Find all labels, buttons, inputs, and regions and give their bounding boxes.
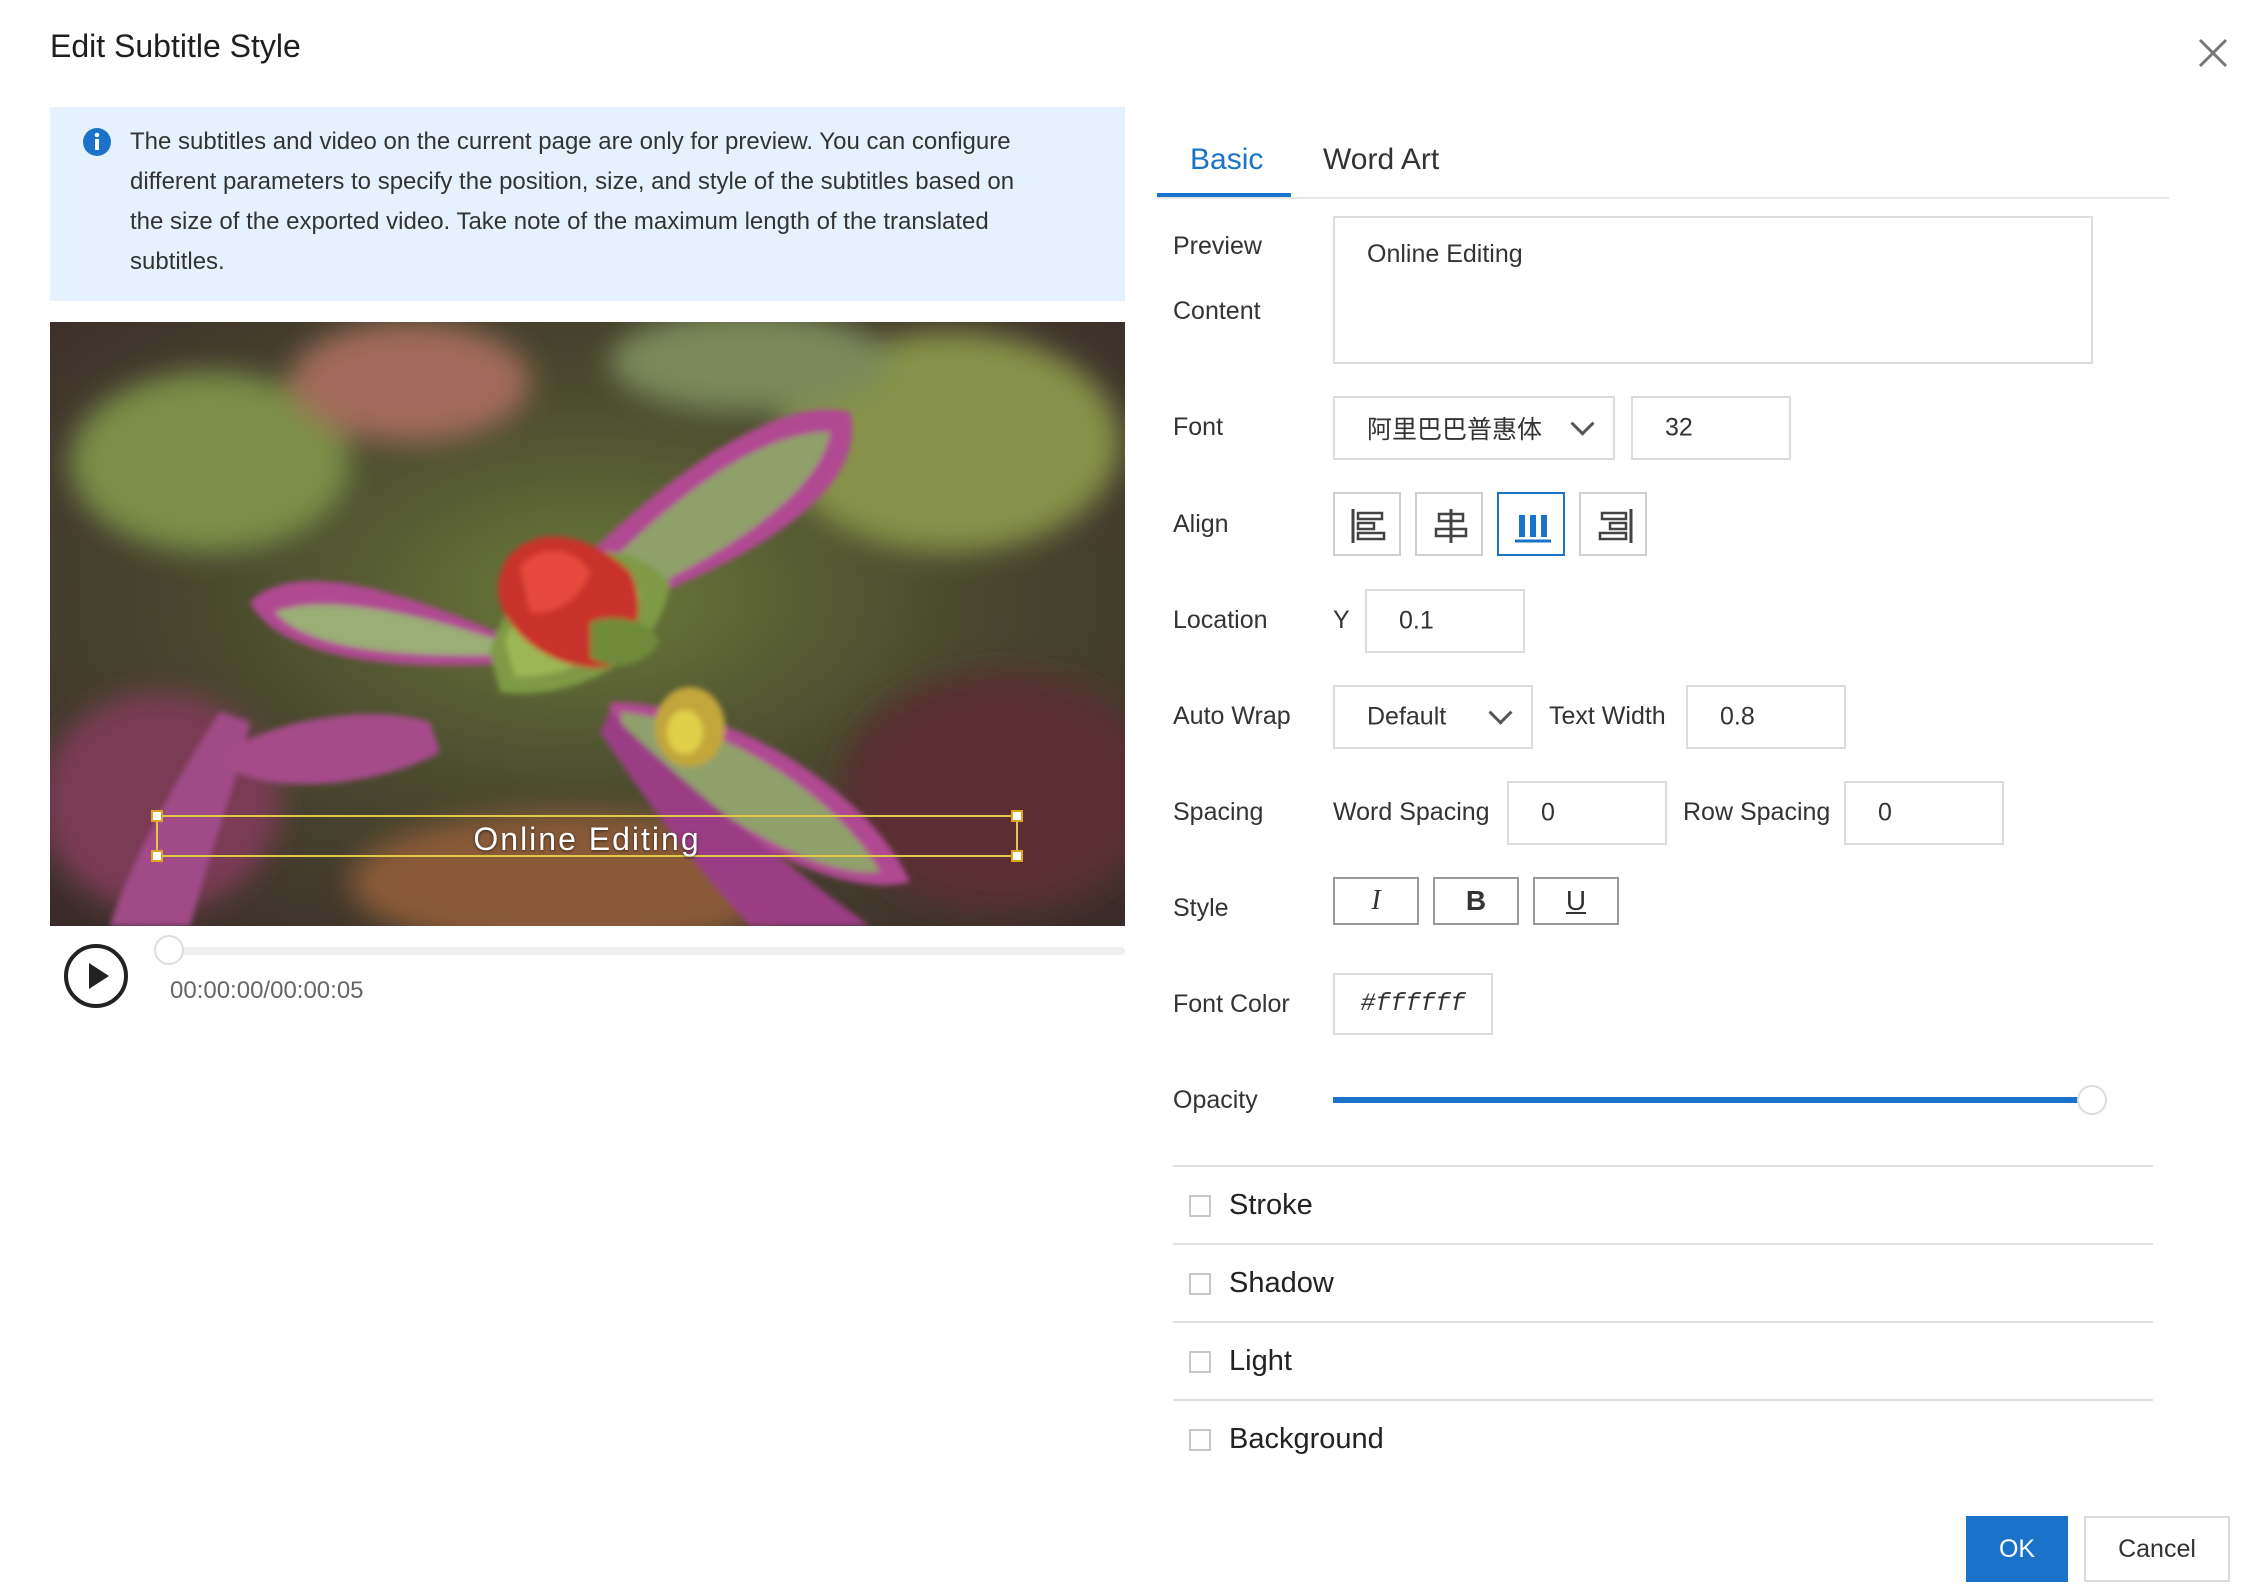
align-label: Align [1173, 510, 1229, 538]
ok-button[interactable]: OK [1966, 1516, 2068, 1582]
spacing-label: Spacing [1173, 798, 1264, 826]
auto-wrap-select[interactable]: Default [1333, 685, 1533, 749]
align-justify-icon [1515, 515, 1551, 543]
location-label: Location [1173, 606, 1268, 634]
font-color-input[interactable]: #ffffff [1333, 973, 1493, 1035]
cancel-button[interactable]: Cancel [2084, 1516, 2230, 1582]
info-text: The subtitles and video on the current p… [130, 128, 1015, 275]
active-tab-indicator [1157, 193, 1291, 197]
word-spacing-value: 0 [1541, 798, 1555, 827]
auto-wrap-value: Default [1367, 702, 1447, 731]
align-center-button[interactable] [1415, 492, 1483, 556]
shadow-label: Shadow [1229, 1267, 1334, 1299]
tab-word-art[interactable]: Word Art [1323, 143, 1439, 177]
text-width-value: 0.8 [1720, 702, 1755, 731]
light-checkbox[interactable] [1189, 1351, 1211, 1373]
font-size-value: 32 [1665, 413, 1693, 442]
chevron-down-icon [1570, 411, 1595, 436]
dialog-title: Edit Subtitle Style [50, 28, 301, 64]
play-icon[interactable] [63, 943, 129, 1009]
font-label: Font [1173, 413, 1224, 441]
opacity-slider-track[interactable] [1333, 1097, 2093, 1103]
preview-content-value: Online Editing [1367, 240, 1523, 268]
font-color-label: Font Color [1173, 990, 1290, 1018]
text-width-label: Text Width [1549, 702, 1666, 730]
align-justify-button[interactable] [1497, 492, 1565, 556]
align-right-button[interactable] [1579, 492, 1647, 556]
align-left-icon [1351, 509, 1386, 543]
font-size-input[interactable]: 32 [1631, 396, 1791, 460]
opacity-slider-knob[interactable] [2077, 1085, 2107, 1115]
background-checkbox[interactable] [1189, 1429, 1211, 1451]
video-preview[interactable]: Online Editing [50, 322, 1125, 926]
video-timecode: 00:00:00/00:00:05 [170, 977, 364, 1004]
close-icon[interactable] [2196, 36, 2230, 70]
italic-button[interactable]: I [1333, 877, 1419, 925]
align-left-button[interactable] [1333, 492, 1401, 556]
info-icon [82, 127, 112, 157]
subtitle-preview-text: Online Editing [473, 821, 701, 857]
text-width-input[interactable]: 0.8 [1686, 685, 1846, 749]
stroke-checkbox[interactable] [1189, 1195, 1211, 1217]
video-progress-track[interactable] [155, 947, 1125, 955]
opacity-label: Opacity [1173, 1086, 1258, 1114]
chevron-down-icon [1488, 700, 1513, 725]
tab-divider [1157, 197, 2169, 199]
row-spacing-value: 0 [1878, 798, 1892, 827]
preview-content-textarea[interactable]: Online Editing [1333, 216, 2093, 364]
word-spacing-input[interactable]: 0 [1507, 781, 1667, 845]
content-label: Content [1173, 297, 1261, 325]
underline-button[interactable]: U [1533, 877, 1619, 925]
location-y-input[interactable]: 0.1 [1365, 589, 1525, 653]
row-spacing-label: Row Spacing [1683, 798, 1831, 826]
background-label: Background [1229, 1423, 1384, 1455]
auto-wrap-label: Auto Wrap [1173, 702, 1291, 730]
style-label: Style [1173, 894, 1229, 922]
video-progress-knob[interactable] [154, 935, 184, 965]
bold-button[interactable]: B [1433, 877, 1519, 925]
align-right-icon [1598, 509, 1633, 543]
tab-basic[interactable]: Basic [1190, 143, 1263, 177]
subtitle-selection-box[interactable]: Online Editing [151, 810, 1023, 862]
location-y-value: 0.1 [1399, 606, 1434, 635]
font-select-value: 阿里巴巴普惠体 [1367, 416, 1543, 444]
font-select[interactable]: 阿里巴巴普惠体 [1333, 396, 1615, 460]
preview-label: Preview [1173, 232, 1262, 260]
light-label: Light [1229, 1345, 1292, 1377]
section-divider [1173, 1165, 2153, 1167]
section-divider [1173, 1321, 2153, 1323]
stroke-label: Stroke [1229, 1189, 1313, 1221]
shadow-checkbox[interactable] [1189, 1273, 1211, 1295]
info-banner: The subtitles and video on the current p… [50, 107, 1125, 301]
location-y-label: Y [1333, 606, 1350, 634]
word-spacing-label: Word Spacing [1333, 798, 1490, 826]
align-center-icon [1434, 509, 1468, 543]
section-divider [1173, 1243, 2153, 1245]
section-divider [1173, 1399, 2153, 1401]
row-spacing-input[interactable]: 0 [1844, 781, 2004, 845]
